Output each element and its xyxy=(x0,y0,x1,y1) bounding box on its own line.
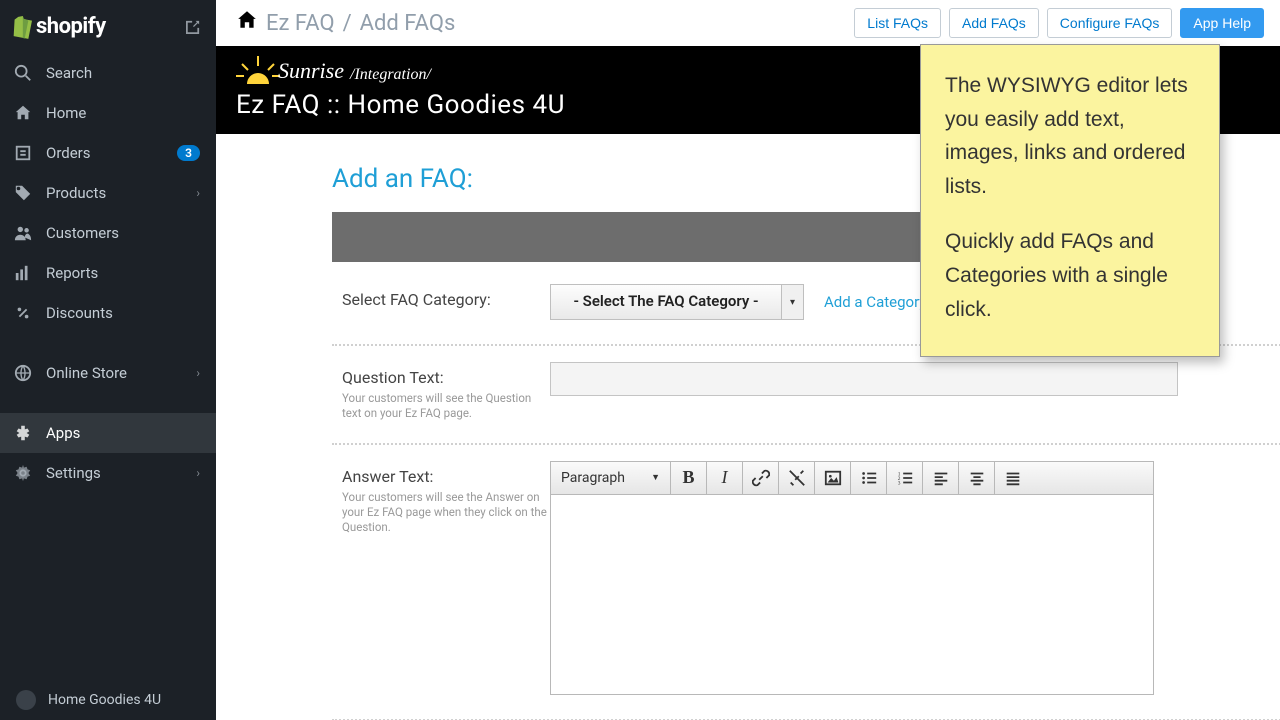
sidebar-item-customers[interactable]: Customers xyxy=(0,213,216,253)
list-faqs-button[interactable]: List FAQs xyxy=(854,8,941,38)
sidebar-item-apps[interactable]: Apps xyxy=(0,413,216,453)
svg-text:3: 3 xyxy=(897,480,900,486)
chevron-right-icon: › xyxy=(196,186,200,200)
add-category-link[interactable]: Add a Category xyxy=(824,293,926,311)
sidebar-item-label: Apps xyxy=(46,424,200,442)
bold-button[interactable]: B xyxy=(671,462,707,494)
topbar-actions: List FAQs Add FAQs Configure FAQs App He… xyxy=(854,8,1264,38)
sidebar-item-label: Discounts xyxy=(46,304,200,322)
block-format-select[interactable]: Paragraph ▼ xyxy=(551,462,671,494)
sidebar-item-label: Search xyxy=(46,64,200,82)
sidebar-item-reports[interactable]: Reports xyxy=(0,253,216,293)
tag-icon xyxy=(14,184,32,202)
editor-body[interactable] xyxy=(550,495,1154,695)
sidebar-item-orders[interactable]: Orders 3 xyxy=(0,133,216,173)
link-icon xyxy=(752,469,770,487)
sidebar-item-online-store[interactable]: Online Store › xyxy=(0,353,216,393)
sidebar-item-label: Products xyxy=(46,184,182,202)
orders-badge: 3 xyxy=(177,145,200,161)
store-avatar-icon xyxy=(16,690,36,710)
align-justify-icon xyxy=(1004,469,1022,487)
help-callout: The WYSIWYG editor lets you easily add t… xyxy=(920,44,1220,357)
shopify-bag-icon xyxy=(10,15,32,39)
align-justify-button[interactable] xyxy=(995,462,1031,494)
wysiwyg-editor: Paragraph ▼ B I 123 xyxy=(550,461,1154,695)
sidebar-item-discounts[interactable]: Discounts xyxy=(0,293,216,333)
breadcrumb-root[interactable]: Ez FAQ xyxy=(266,11,335,36)
sidebar-item-settings[interactable]: Settings › xyxy=(0,453,216,493)
shopify-logo[interactable]: shopify xyxy=(10,14,106,39)
link-button[interactable] xyxy=(743,462,779,494)
chevron-right-icon: › xyxy=(196,466,200,480)
answer-hint: Your customers will see the Answer on yo… xyxy=(342,490,550,535)
home-icon xyxy=(14,104,32,122)
breadcrumb-current: Add FAQs xyxy=(360,11,456,36)
sidebar-item-label: Orders xyxy=(46,144,163,162)
home-icon[interactable] xyxy=(236,9,258,37)
image-icon xyxy=(824,469,842,487)
sidebar-item-products[interactable]: Products › xyxy=(0,173,216,213)
store-name: Home Goodies 4U xyxy=(48,692,161,708)
question-input[interactable] xyxy=(550,362,1178,396)
logo-row: shopify xyxy=(0,0,216,53)
external-link-icon[interactable] xyxy=(186,20,200,34)
category-select-value: - Select The FAQ Category - xyxy=(551,285,781,319)
row-answer: Answer Text: Your customers will see the… xyxy=(216,445,1280,720)
vendor-name-1: Sunrise xyxy=(278,58,344,84)
orders-icon xyxy=(14,144,32,162)
chevron-right-icon: › xyxy=(196,366,200,380)
reports-icon xyxy=(14,264,32,282)
globe-icon xyxy=(14,364,32,382)
chevron-down-icon: ▼ xyxy=(651,472,660,483)
add-faqs-button[interactable]: Add FAQs xyxy=(949,8,1039,38)
row-question: Question Text: Your customers will see t… xyxy=(216,346,1280,445)
unlink-button[interactable] xyxy=(779,462,815,494)
unlink-icon xyxy=(788,469,806,487)
sidebar-item-home[interactable]: Home xyxy=(0,93,216,133)
answer-label: Answer Text: xyxy=(342,467,550,486)
sidebar-item-label: Customers xyxy=(46,224,200,242)
configure-faqs-button[interactable]: Configure FAQs xyxy=(1047,8,1173,38)
editor-toolbar: Paragraph ▼ B I 123 xyxy=(550,461,1154,495)
apps-icon xyxy=(14,424,32,442)
app-help-button[interactable]: App Help xyxy=(1180,8,1264,38)
customers-icon xyxy=(14,224,32,242)
sidebar-item-label: Home xyxy=(46,104,200,122)
question-hint: Your customers will see the Question tex… xyxy=(342,391,550,421)
search-icon xyxy=(14,64,32,82)
unordered-list-button[interactable] xyxy=(851,462,887,494)
question-label: Question Text: xyxy=(342,368,550,387)
align-left-icon xyxy=(932,469,950,487)
align-center-button[interactable] xyxy=(959,462,995,494)
chevron-down-icon: ▾ xyxy=(781,285,803,319)
sidebar-store-switcher[interactable]: Home Goodies 4U xyxy=(0,680,216,720)
vendor-name-2: /Integration/ xyxy=(350,66,431,84)
topbar: Ez FAQ / Add FAQs List FAQs Add FAQs Con… xyxy=(216,0,1280,46)
image-button[interactable] xyxy=(815,462,851,494)
sidebar-item-label: Reports xyxy=(46,264,200,282)
category-label: Select FAQ Category: xyxy=(342,290,550,309)
category-select[interactable]: - Select The FAQ Category - ▾ xyxy=(550,284,804,320)
sidebar-item-search[interactable]: Search xyxy=(0,53,216,93)
ul-icon xyxy=(860,469,878,487)
gear-icon xyxy=(14,464,32,482)
sunrise-icon xyxy=(236,56,280,84)
sidebar: shopify Search Home Orders 3 Products › … xyxy=(0,0,216,720)
italic-button[interactable]: I xyxy=(707,462,743,494)
discounts-icon xyxy=(14,304,32,322)
align-center-icon xyxy=(968,469,986,487)
ordered-list-button[interactable]: 123 xyxy=(887,462,923,494)
breadcrumb: Ez FAQ / Add FAQs xyxy=(236,9,455,37)
callout-paragraph-1: The WYSIWYG editor lets you easily add t… xyxy=(945,69,1195,203)
sidebar-item-label: Settings xyxy=(46,464,182,482)
block-format-label: Paragraph xyxy=(561,470,625,486)
callout-paragraph-2: Quickly add FAQs and Categories with a s… xyxy=(945,225,1195,326)
breadcrumb-separator: / xyxy=(343,11,352,36)
shopify-wordmark: shopify xyxy=(36,14,106,39)
sidebar-item-label: Online Store xyxy=(46,364,182,382)
ol-icon: 123 xyxy=(896,469,914,487)
align-left-button[interactable] xyxy=(923,462,959,494)
